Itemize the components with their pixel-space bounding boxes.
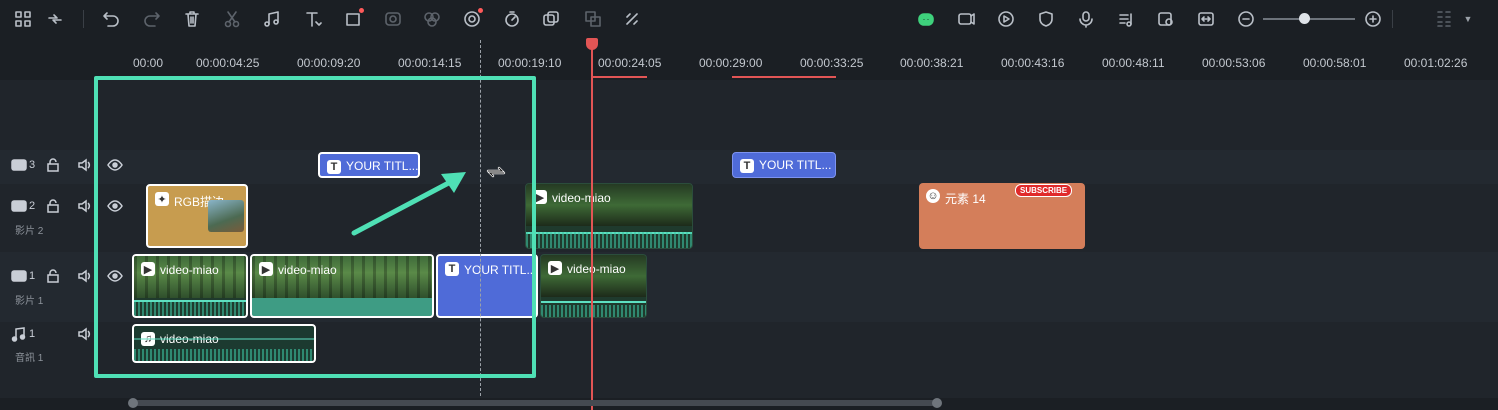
playhead-handle[interactable] (586, 38, 598, 50)
link-icon[interactable] (45, 9, 65, 29)
audio-icon[interactable] (262, 9, 282, 29)
subscribe-badge: SUBSCRIBE (1015, 184, 1073, 197)
render-icon[interactable] (956, 9, 976, 29)
translate-icon[interactable] (583, 9, 603, 29)
audio-level-line (541, 301, 646, 303)
ruler-tick: 00:00:53:06 (1202, 56, 1266, 70)
scrollbar-end-handle[interactable] (932, 398, 942, 408)
ruler-tick: 00:00:48:11 (1102, 56, 1165, 70)
lock-icon[interactable] (45, 268, 63, 284)
playhead[interactable] (591, 38, 593, 410)
lock-icon[interactable] (45, 157, 63, 173)
ruler-tick: 00:00:58:01 (1303, 56, 1367, 70)
redo-icon[interactable] (142, 9, 162, 29)
video-clip[interactable]: ▶ video-miao (525, 183, 693, 249)
video-clip-icon: ▶ (548, 261, 562, 275)
crop-icon[interactable] (343, 8, 364, 29)
ruler-tick: 00:00:43:16 (1001, 56, 1065, 70)
fit-icon[interactable] (1196, 9, 1216, 29)
grid-icon[interactable] (13, 9, 33, 29)
track-number: 1 (29, 328, 36, 340)
track-name: 影片 1 (15, 296, 44, 307)
timeline-toolbar: ▼ (0, 0, 1498, 38)
stabilize-icon[interactable] (541, 9, 561, 29)
speed-icon[interactable] (502, 9, 522, 29)
render-range-marker (732, 76, 836, 78)
film-track-icon (11, 157, 29, 173)
robot-icon[interactable] (916, 9, 936, 29)
zoom-in-icon[interactable] (1363, 9, 1383, 29)
zoom-out-icon[interactable] (1236, 9, 1256, 29)
annotation-arrow (351, 172, 466, 236)
shield-icon[interactable] (1036, 9, 1056, 29)
ruler-tick: 00:00:24:05 (598, 56, 662, 70)
mask-icon[interactable] (383, 9, 403, 29)
title-clip[interactable]: T YOUR TITL... (732, 152, 836, 178)
ruler-tick: 00:00 (133, 56, 164, 70)
undo-icon[interactable] (101, 9, 121, 29)
film-track-icon (11, 198, 29, 214)
ruler-tick: 00:00:04:25 (196, 56, 260, 70)
mic-icon[interactable] (1076, 9, 1096, 29)
zoom-slider-handle[interactable] (1299, 13, 1310, 24)
text-icon[interactable] (303, 9, 323, 29)
film-track-icon (11, 268, 29, 284)
cut-icon[interactable] (222, 9, 242, 29)
track-number: 2 (29, 200, 36, 212)
track-number: 3 (29, 159, 36, 171)
audio-waveform (526, 232, 692, 248)
ruler-tick: 00:01:02:26 (1404, 56, 1468, 70)
time-ruler[interactable]: 00:00 00:00:04:25 00:00:09:20 00:00:14:1… (0, 38, 1498, 80)
sticker-icon: ☺ (926, 189, 940, 203)
track-name: 影片 2 (15, 226, 44, 237)
ruler-tick: 00:00:29:00 (699, 56, 763, 70)
ruler-tick: 00:00:33:25 (800, 56, 864, 70)
audio-waveform (541, 305, 646, 317)
ai-icon[interactable] (462, 8, 483, 29)
text-clip-icon: T (740, 159, 754, 173)
delete-icon[interactable] (182, 9, 202, 29)
detach-icon[interactable] (622, 9, 642, 29)
music-icon[interactable] (1116, 9, 1136, 29)
lock-icon[interactable] (45, 198, 63, 214)
chevron-down-icon[interactable]: ▼ (1458, 9, 1478, 29)
volume-icon[interactable] (77, 326, 95, 342)
layout-icon[interactable] (1434, 9, 1454, 29)
ruler-tick: 00:00:09:20 (297, 56, 361, 70)
element-clip[interactable]: ☺ 元素 14 SUBSCRIBE (919, 183, 1085, 249)
render-range-marker (593, 76, 647, 78)
play-icon[interactable] (996, 9, 1016, 29)
ruler-tick: 00:00:19:10 (498, 56, 562, 70)
ruler-tick: 00:00:38:21 (900, 56, 964, 70)
track-number: 1 (29, 270, 36, 282)
volume-icon[interactable] (77, 268, 95, 284)
video-clip[interactable]: ▶ video-miao (540, 254, 647, 318)
ruler-tick: 00:00:14:15 (398, 56, 462, 70)
drag-cursor-icon (485, 162, 507, 182)
scrollbar-start-handle[interactable] (128, 398, 138, 408)
volume-icon[interactable] (77, 157, 95, 173)
volume-icon[interactable] (77, 198, 95, 214)
music-note-icon (11, 326, 29, 342)
color-icon[interactable] (422, 9, 442, 29)
timeline-scrollbar[interactable] (128, 398, 942, 408)
track-name: 音訊 1 (15, 353, 44, 364)
camera-icon[interactable] (1156, 9, 1176, 29)
